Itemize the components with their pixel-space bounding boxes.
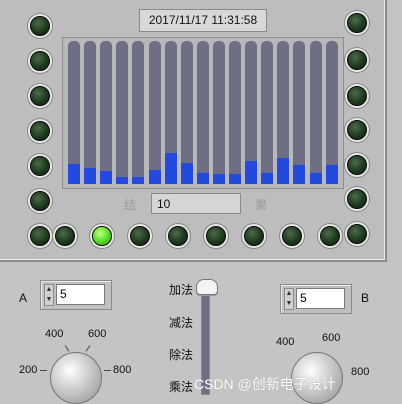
bar-track xyxy=(261,41,274,184)
bar-track xyxy=(293,41,306,184)
led-bottom-6 xyxy=(244,226,264,246)
led-left-7 xyxy=(30,226,50,246)
control-b-input[interactable]: 5 xyxy=(296,288,345,309)
led-right-3 xyxy=(347,86,367,106)
control-b-numeric[interactable]: ▲ ▼ 5 xyxy=(280,284,352,314)
bar-track xyxy=(212,41,225,184)
knob-a-label-200: 200 xyxy=(19,364,38,376)
led-bottom-5 xyxy=(206,226,226,246)
bar-track xyxy=(164,41,177,184)
led-left-5 xyxy=(30,156,50,176)
led-right-5 xyxy=(347,155,367,175)
result-label-left: 结 xyxy=(124,198,137,212)
op-label-add: 加法 xyxy=(169,283,194,297)
control-a-numeric[interactable]: ▲ ▼ 5 xyxy=(40,280,112,310)
led-left-6 xyxy=(30,191,50,211)
bar xyxy=(116,177,129,184)
knob-b-label-800: 800 xyxy=(351,366,370,378)
led-bottom-2-active xyxy=(92,226,112,246)
bar xyxy=(309,173,322,184)
bar-track xyxy=(84,41,97,184)
led-right-1 xyxy=(347,13,367,33)
bar-track xyxy=(277,41,290,184)
led-bottom-8 xyxy=(320,226,340,246)
bar xyxy=(261,173,274,184)
bar-track xyxy=(309,41,322,184)
bar xyxy=(68,164,80,184)
result-label-right: 果 xyxy=(255,198,268,212)
led-left-4 xyxy=(30,121,50,141)
op-label-multiply: 乘法 xyxy=(169,380,194,394)
knob-a-label-600: 600 xyxy=(88,328,107,340)
bar xyxy=(84,168,97,184)
bar xyxy=(325,165,338,184)
operation-slider-thumb[interactable] xyxy=(196,279,218,295)
led-right-2 xyxy=(347,50,367,70)
bar xyxy=(229,174,241,184)
bar-track xyxy=(132,41,145,184)
bar xyxy=(100,171,113,184)
bar xyxy=(196,173,209,184)
bar xyxy=(293,165,306,184)
knob-a-label-400: 400 xyxy=(45,328,64,340)
knob-b-label-600: 600 xyxy=(322,332,341,344)
knob-a-label-800: 800 xyxy=(113,364,132,376)
knob-a[interactable] xyxy=(50,352,102,404)
bar-track xyxy=(68,41,80,184)
bar xyxy=(212,174,225,184)
led-bottom-3 xyxy=(130,226,150,246)
led-left-1 xyxy=(30,16,50,36)
bar-track xyxy=(180,41,193,184)
led-right-6 xyxy=(347,189,367,209)
op-label-divide: 除法 xyxy=(169,348,194,362)
watermark-text: CSDN @创新电子设计 xyxy=(194,376,336,392)
led-right-7 xyxy=(347,224,367,244)
bar-track xyxy=(229,41,241,184)
bar xyxy=(132,177,145,184)
timestamp-display: 2017/11/17 11:31:58 xyxy=(139,9,267,32)
led-left-2 xyxy=(30,51,50,71)
led-left-3 xyxy=(30,86,50,106)
bar-track xyxy=(245,41,258,184)
control-b-label: B xyxy=(361,291,370,305)
bar xyxy=(277,158,290,184)
bar xyxy=(245,161,258,184)
bar-track xyxy=(196,41,209,184)
bar xyxy=(180,163,193,184)
op-label-subtract: 减法 xyxy=(169,316,194,330)
led-bottom-1 xyxy=(55,226,75,246)
bar-track xyxy=(100,41,113,184)
control-a-label: A xyxy=(19,291,28,305)
bar-track xyxy=(116,41,129,184)
bar-chart xyxy=(62,37,344,189)
knob-b-label-400: 400 xyxy=(276,336,295,348)
bar-track xyxy=(148,41,161,184)
led-right-4 xyxy=(347,120,367,140)
bar-track xyxy=(325,41,338,184)
result-display: 10 xyxy=(151,193,241,214)
control-a-input[interactable]: 5 xyxy=(56,284,105,305)
control-b-spinner[interactable]: ▲ ▼ xyxy=(284,288,294,310)
control-a-spinner[interactable]: ▲ ▼ xyxy=(44,284,54,306)
led-bottom-4 xyxy=(168,226,188,246)
led-bottom-7 xyxy=(282,226,302,246)
bar xyxy=(148,170,161,184)
bar xyxy=(164,153,177,184)
